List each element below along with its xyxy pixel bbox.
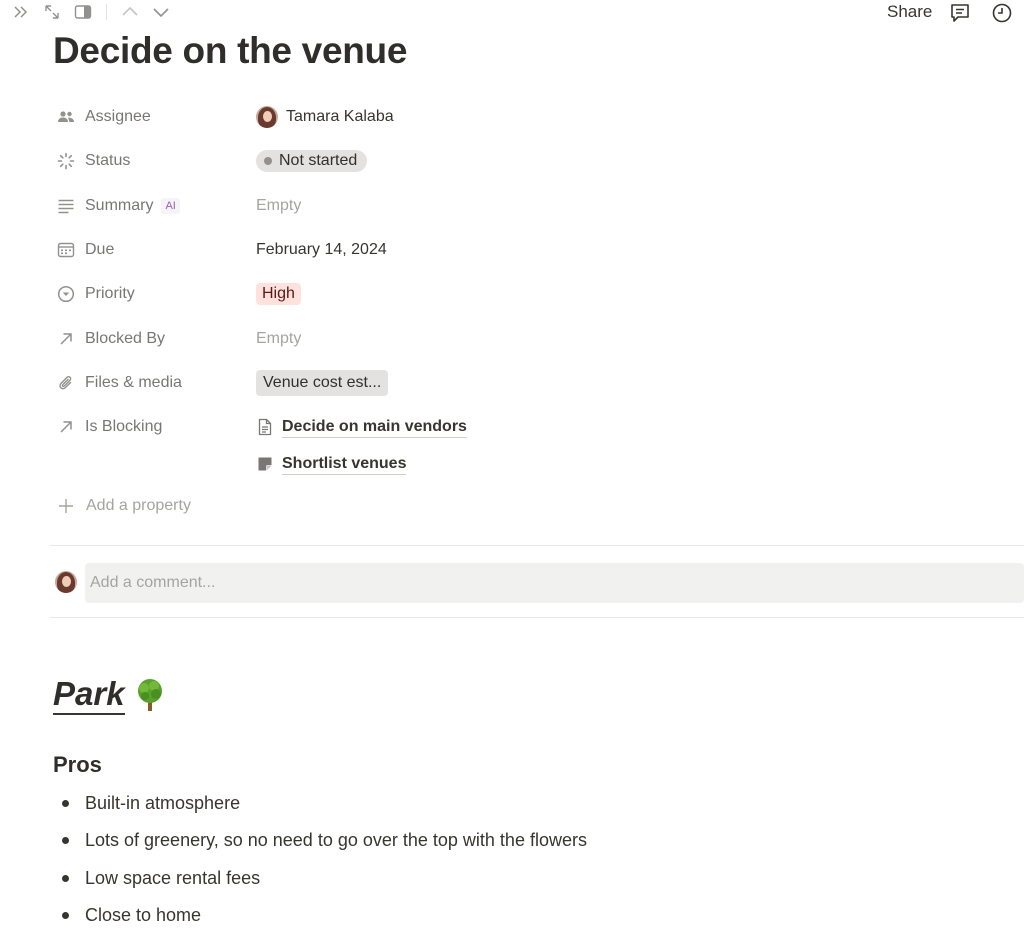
calendar-icon <box>55 239 77 261</box>
toolbar-divider <box>106 4 107 20</box>
top-bar: Share <box>0 0 1024 26</box>
avatar <box>55 571 77 593</box>
property-label-priority[interactable]: Priority <box>52 283 252 305</box>
subheading-pros[interactable]: Pros <box>53 752 102 778</box>
property-label-blocked-by[interactable]: Blocked By <box>52 328 252 350</box>
chevron-down-icon[interactable] <box>151 2 171 22</box>
property-label-text: Due <box>85 241 115 258</box>
property-label-text: Status <box>85 152 131 169</box>
list-item-text: Built-in atmosphere <box>85 793 241 813</box>
note-page-icon <box>256 455 274 473</box>
people-icon <box>55 106 77 128</box>
side-peek-icon[interactable] <box>73 2 93 22</box>
select-circle-icon <box>55 283 77 305</box>
list-item[interactable]: Lots of greenery, so no need to go over … <box>62 830 587 851</box>
double-chevron-right-icon[interactable] <box>11 2 31 22</box>
divider <box>50 617 1024 618</box>
summary-value[interactable]: Empty <box>256 197 301 215</box>
bullet-dot <box>62 912 69 919</box>
list-item-text: Close to home <box>85 905 202 925</box>
share-button[interactable]: Share <box>887 2 932 22</box>
property-is-blocking: Is Blocking Decide on main vendors <box>52 407 1012 447</box>
chevron-up-icon[interactable] <box>120 2 140 22</box>
page-icon <box>256 418 274 436</box>
property-due: Due February 14, 2024 <box>52 230 1012 270</box>
heading-park[interactable]: Park <box>53 675 167 715</box>
add-property-button[interactable]: Add a property <box>55 495 191 517</box>
blocked-by-value[interactable]: Empty <box>256 330 301 348</box>
page-title[interactable]: Decide on the venue <box>53 30 407 72</box>
list-item[interactable]: Built-in atmosphere <box>62 793 240 814</box>
property-label-files[interactable]: Files & media <box>52 372 252 394</box>
relation-arrow-icon <box>55 416 77 438</box>
property-label-summary[interactable]: Summary AI <box>52 195 252 217</box>
file-chip[interactable]: Venue cost est... <box>256 370 389 396</box>
property-label-is-blocking[interactable]: Is Blocking <box>52 416 252 438</box>
plus-icon <box>55 495 77 517</box>
is-blocking-value-2[interactable]: Shortlist venues <box>256 454 407 475</box>
property-label-text: Blocked By <box>85 330 166 347</box>
list-item[interactable]: Low space rental fees <box>62 868 260 889</box>
list-item[interactable]: Close to home <box>62 905 201 926</box>
linked-page-title: Shortlist venues <box>282 454 407 475</box>
linked-page[interactable]: Shortlist venues <box>256 454 407 475</box>
property-assignee: Assignee Tamara Kalaba <box>52 97 1012 137</box>
linked-page-title: Decide on main vendors <box>282 417 467 438</box>
ai-badge: AI <box>161 198 180 214</box>
heading-text: Park <box>53 675 125 715</box>
due-date-value[interactable]: February 14, 2024 <box>256 241 387 259</box>
bullet-dot <box>62 800 69 807</box>
property-label-assignee[interactable]: Assignee <box>52 106 252 128</box>
property-label-text: Is Blocking <box>85 418 163 435</box>
comment-icon[interactable] <box>948 1 972 25</box>
property-label-text: Priority <box>85 285 135 302</box>
files-value[interactable]: Venue cost est... <box>256 370 389 396</box>
status-value[interactable]: Not started <box>256 150 368 172</box>
assignee-value[interactable]: Tamara Kalaba <box>256 106 394 128</box>
bullet-dot <box>62 875 69 882</box>
property-summary: Summary AI Empty <box>52 186 1012 226</box>
assignee-name: Tamara Kalaba <box>286 108 394 125</box>
add-property-label: Add a property <box>86 497 191 514</box>
property-label-text: Assignee <box>85 108 151 125</box>
property-files: Files & media Venue cost est... <box>52 363 1012 403</box>
list-item-text: Lots of greenery, so no need to go over … <box>85 830 587 850</box>
property-is-blocking-row-2: Shortlist venues <box>52 444 1012 484</box>
paperclip-icon <box>55 372 77 394</box>
property-blocked-by: Blocked By Empty <box>52 319 1012 359</box>
property-label-due[interactable]: Due <box>52 239 252 261</box>
property-status: Status Not started <box>52 141 1012 181</box>
avatar <box>256 106 278 128</box>
property-label-text: Summary <box>85 197 154 214</box>
bullet-dot <box>62 837 69 844</box>
property-label-text: Files & media <box>85 374 182 391</box>
status-badge: Not started <box>256 150 368 172</box>
priority-value[interactable]: High <box>256 283 301 305</box>
relation-arrow-icon <box>55 328 77 350</box>
property-label-status[interactable]: Status <box>52 150 252 172</box>
expand-icon[interactable] <box>42 2 62 22</box>
list-item-text: Low space rental fees <box>85 868 261 888</box>
tree-icon <box>133 677 167 713</box>
clock-icon[interactable] <box>990 1 1014 25</box>
status-loader-icon <box>55 150 77 172</box>
property-priority: Priority High <box>52 274 1012 314</box>
linked-page[interactable]: Decide on main vendors <box>256 417 467 438</box>
priority-badge: High <box>256 283 301 305</box>
status-dot <box>264 157 272 165</box>
text-lines-icon <box>55 195 77 217</box>
status-text: Not started <box>279 152 358 169</box>
divider <box>50 545 1024 546</box>
comment-input[interactable] <box>85 563 1024 603</box>
is-blocking-value[interactable]: Decide on main vendors <box>256 417 467 438</box>
